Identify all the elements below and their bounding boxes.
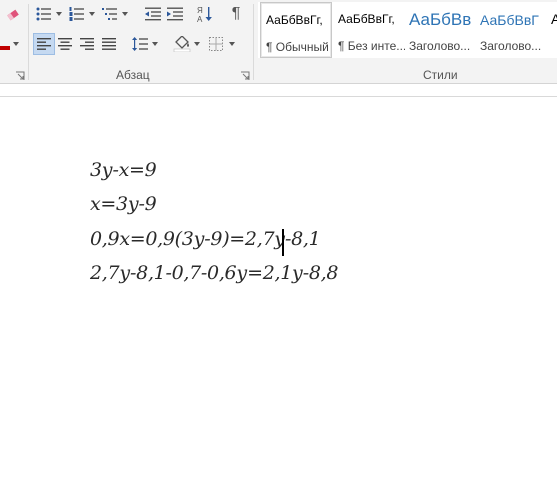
style-name: Заголово... <box>480 39 542 53</box>
style-sample: АаБбВвГг, <box>338 12 395 26</box>
shading-button[interactable] <box>172 33 192 55</box>
bullets-dropdown[interactable] <box>55 3 63 25</box>
style-name: ¶ Без инте... <box>338 39 405 53</box>
increase-indent-button[interactable] <box>165 3 185 25</box>
style-name: ¶ Обычный <box>266 40 329 54</box>
clear-formatting-button[interactable] <box>2 3 24 25</box>
style-sample: АаБбВвГ <box>480 12 539 28</box>
line-spacing-dropdown[interactable] <box>151 33 159 55</box>
style-sample: АаБбВвГг, <box>266 13 323 27</box>
align-left-button[interactable] <box>33 33 55 55</box>
font-color-dropdown[interactable] <box>12 33 20 55</box>
align-right-icon <box>80 38 94 50</box>
borders-icon <box>209 37 223 51</box>
numbering-icon <box>69 7 84 21</box>
text-cursor <box>282 229 284 256</box>
bullets-icon <box>36 7 51 21</box>
equation-line-1: 3у-х=9 <box>90 159 157 181</box>
borders-dropdown[interactable] <box>228 33 236 55</box>
style-sample: АаБбВв <box>409 10 472 29</box>
document-page[interactable]: 3у-х=9 х=3у-9 0,9х=0,9(3у-9)=2,7у-8,1 2,… <box>0 97 557 495</box>
sort-icon: Я А <box>197 6 212 23</box>
multilevel-list-button[interactable] <box>100 3 120 25</box>
style-name: Заголово... <box>409 39 471 53</box>
eraser-icon <box>7 9 19 21</box>
style-heading-1[interactable]: АаБбВв Заголово... <box>404 2 476 58</box>
shading-dropdown[interactable] <box>193 33 201 55</box>
align-left-icon <box>37 38 51 50</box>
styles-gallery: АаБбВвГг, ¶ Обычный АаБбВвГг, ¶ Без инте… <box>258 2 557 58</box>
equation-line-3: 0,9х=0,9(3у-9)=2,7у-8,1 <box>90 228 321 250</box>
style-normal[interactable]: АаБбВвГг, ¶ Обычный <box>260 2 332 58</box>
style-heading-2[interactable]: АаБбВвГ Заголово... <box>475 2 547 58</box>
justify-icon <box>102 38 116 50</box>
dialog-launcher-icon <box>241 71 250 80</box>
svg-text:А: А <box>197 15 203 23</box>
align-center-icon <box>58 38 72 50</box>
decrease-indent-button[interactable] <box>143 3 163 25</box>
styles-group-label: Стили <box>423 68 458 82</box>
numbering-dropdown[interactable] <box>88 3 96 25</box>
borders-button[interactable] <box>206 33 226 55</box>
line-spacing-icon <box>132 37 148 51</box>
justify-button[interactable] <box>99 33 119 55</box>
decrease-indent-icon <box>145 7 161 21</box>
pilcrow-icon: ¶ <box>231 5 241 22</box>
ribbon: Я А ¶ Абзац АаБбВвГг, ¶ Обычный АаБбВвГг… <box>0 0 557 84</box>
numbering-button[interactable] <box>67 3 87 25</box>
increase-indent-icon <box>167 7 183 21</box>
style-sample: А <box>551 11 557 27</box>
bullets-button[interactable] <box>34 3 54 25</box>
style-title[interactable]: А <box>546 2 557 58</box>
multilevel-list-icon <box>102 8 117 20</box>
paragraph-group-label: Абзац <box>116 68 150 82</box>
dialog-launcher-icon <box>16 71 25 80</box>
line-spacing-button[interactable] <box>130 33 150 55</box>
equation-line-4: 2,7у-8,1-0,7-0,6у=2,1у-8,8 <box>90 262 339 284</box>
group-divider <box>253 4 254 80</box>
align-right-button[interactable] <box>77 33 97 55</box>
sort-button[interactable]: Я А <box>194 3 216 25</box>
paragraph-dialog-launcher[interactable] <box>240 70 250 80</box>
show-formatting-marks-button[interactable]: ¶ <box>226 3 246 25</box>
svg-text:Я: Я <box>197 6 203 15</box>
font-dialog-launcher[interactable] <box>15 70 25 80</box>
align-center-button[interactable] <box>55 33 75 55</box>
multilevel-list-dropdown[interactable] <box>121 3 129 25</box>
style-no-spacing[interactable]: АаБбВвГг, ¶ Без инте... <box>333 2 405 58</box>
equation-line-2: х=3у-9 <box>90 193 157 215</box>
shading-bucket-icon <box>173 36 191 52</box>
group-divider <box>28 4 29 80</box>
